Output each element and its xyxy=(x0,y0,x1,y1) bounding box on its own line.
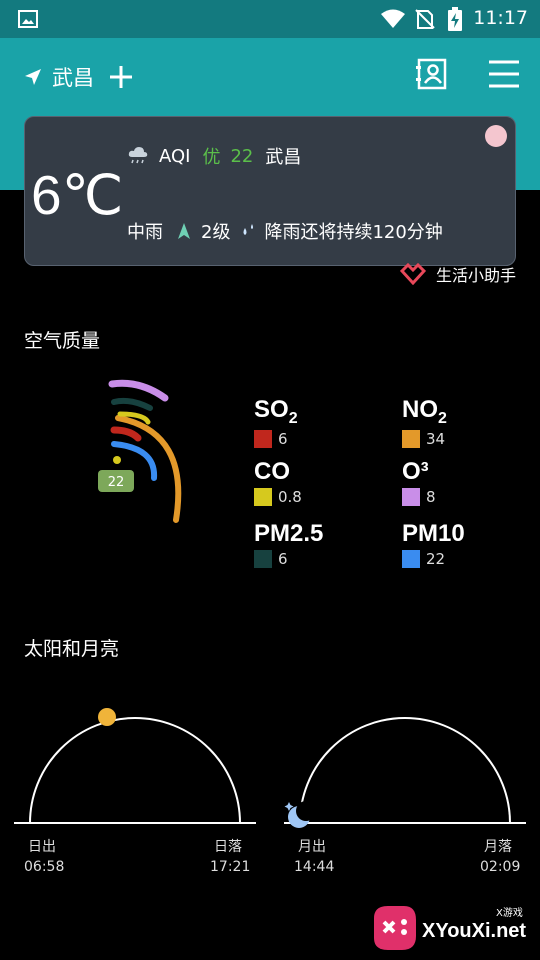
watermark-tag: X游戏 xyxy=(496,908,523,919)
air-quality-title: 空气质量 xyxy=(24,330,101,352)
status-time: 11:17 xyxy=(473,7,528,29)
aqi-arc-chart: 22 xyxy=(98,379,182,523)
location-arrow-icon xyxy=(25,69,41,85)
condition-row: 中雨 2级 降雨还将持续120分钟 xyxy=(127,218,443,244)
app-bar: 武昌 xyxy=(0,38,540,110)
life-helper-label: 生活小助手 xyxy=(435,266,516,285)
sunset-label: 日落 xyxy=(214,839,242,855)
image-icon xyxy=(18,10,38,28)
pollutant-subscript: 2 xyxy=(438,409,447,427)
pollutant-name: CO xyxy=(254,458,290,485)
moonset-label: 月落 xyxy=(484,839,512,855)
pollutant-o3: O³ 8 xyxy=(402,458,436,506)
sunrise-label: 日出 xyxy=(28,839,56,855)
aqi-badge: 22 xyxy=(108,475,125,490)
o3-color-swatch xyxy=(402,488,420,506)
watermark-logo: X游戏 XYouXi.net xyxy=(368,896,540,960)
moonset-time: 02:09 xyxy=(480,859,521,875)
pollutant-pm25: PM2.5 6 xyxy=(254,520,323,568)
contacts-card-icon[interactable] xyxy=(416,58,448,90)
aqi-label: AQI xyxy=(159,145,191,167)
pollutant-no2: NO2 34 xyxy=(402,396,447,448)
pollutant-co: CO 0.8 xyxy=(254,458,302,506)
pollutant-name: SO xyxy=(254,396,289,423)
pollutant-value: 34 xyxy=(426,429,446,448)
so2-arc xyxy=(110,426,142,442)
aqi-level: 优 xyxy=(202,147,221,168)
wifi-icon xyxy=(381,9,405,28)
aqi-value: 22 xyxy=(230,145,254,167)
wind-direction-icon xyxy=(178,223,190,239)
pm10-color-swatch xyxy=(402,550,420,568)
battery-charging-icon xyxy=(448,7,462,31)
aqi-city: 武昌 xyxy=(265,147,302,168)
pollutant-name: NO xyxy=(402,396,438,423)
pollutant-name: O³ xyxy=(402,458,429,485)
raindrop-icon xyxy=(243,224,254,235)
rain-cloud-icon xyxy=(128,147,148,164)
sun-moon-title: 太阳和月亮 xyxy=(24,638,120,660)
add-icon[interactable] xyxy=(108,64,134,90)
pollutant-value: 6 xyxy=(278,429,288,448)
sunset-time: 17:21 xyxy=(210,859,251,875)
rain-forecast: 降雨还将持续120分钟 xyxy=(264,222,443,243)
refresh-icon[interactable] xyxy=(485,125,507,147)
watermark-text: XYouXi.net xyxy=(422,920,527,942)
status-bar: 11:17 xyxy=(0,0,540,38)
pm25-arc xyxy=(111,397,153,411)
no-sim-icon xyxy=(415,9,435,29)
pollutant-subscript: 2 xyxy=(288,409,298,427)
so2-color-swatch xyxy=(254,429,272,448)
diamond-heart-icon xyxy=(399,263,426,285)
sun-arc xyxy=(29,717,241,824)
menu-icon[interactable] xyxy=(488,60,520,88)
pollutant-value: 0.8 xyxy=(278,488,302,506)
pollutant-name: PM10 xyxy=(402,520,465,547)
co-color-swatch xyxy=(254,488,272,506)
wind-level: 2级 xyxy=(201,222,231,243)
sunrise-time: 06:58 xyxy=(24,859,65,875)
pm25-color-swatch xyxy=(254,550,272,568)
pollutant-value: 8 xyxy=(426,488,436,506)
temperature: 6℃ xyxy=(31,164,124,226)
no2-color-swatch xyxy=(402,429,420,448)
pollutant-pm10: PM10 22 xyxy=(402,520,465,568)
pollutant-so2: SO2 6 xyxy=(254,396,298,448)
location-selector[interactable]: 武昌 xyxy=(24,62,134,92)
pollutant-name: PM2.5 xyxy=(254,520,324,547)
life-helper-link[interactable]: 生活小助手 xyxy=(399,262,516,286)
sun-icon xyxy=(98,708,116,726)
moonrise-time: 14:44 xyxy=(294,859,335,875)
weather-condition: 中雨 xyxy=(127,222,163,243)
moonrise-label: 月出 xyxy=(298,839,326,855)
location-name: 武昌 xyxy=(52,66,94,90)
pollutant-value: 6 xyxy=(278,550,288,568)
current-weather-card[interactable]: 6℃ AQI 优 22 武昌 中雨 2级 降雨还将持续120分钟 xyxy=(24,116,516,266)
moon-arc xyxy=(299,717,511,824)
aqi-row: AQI 优 22 武昌 xyxy=(127,143,301,169)
sun-moon-arcs xyxy=(14,708,526,828)
o3-arc xyxy=(108,379,169,402)
pollutant-value: 22 xyxy=(426,550,446,568)
